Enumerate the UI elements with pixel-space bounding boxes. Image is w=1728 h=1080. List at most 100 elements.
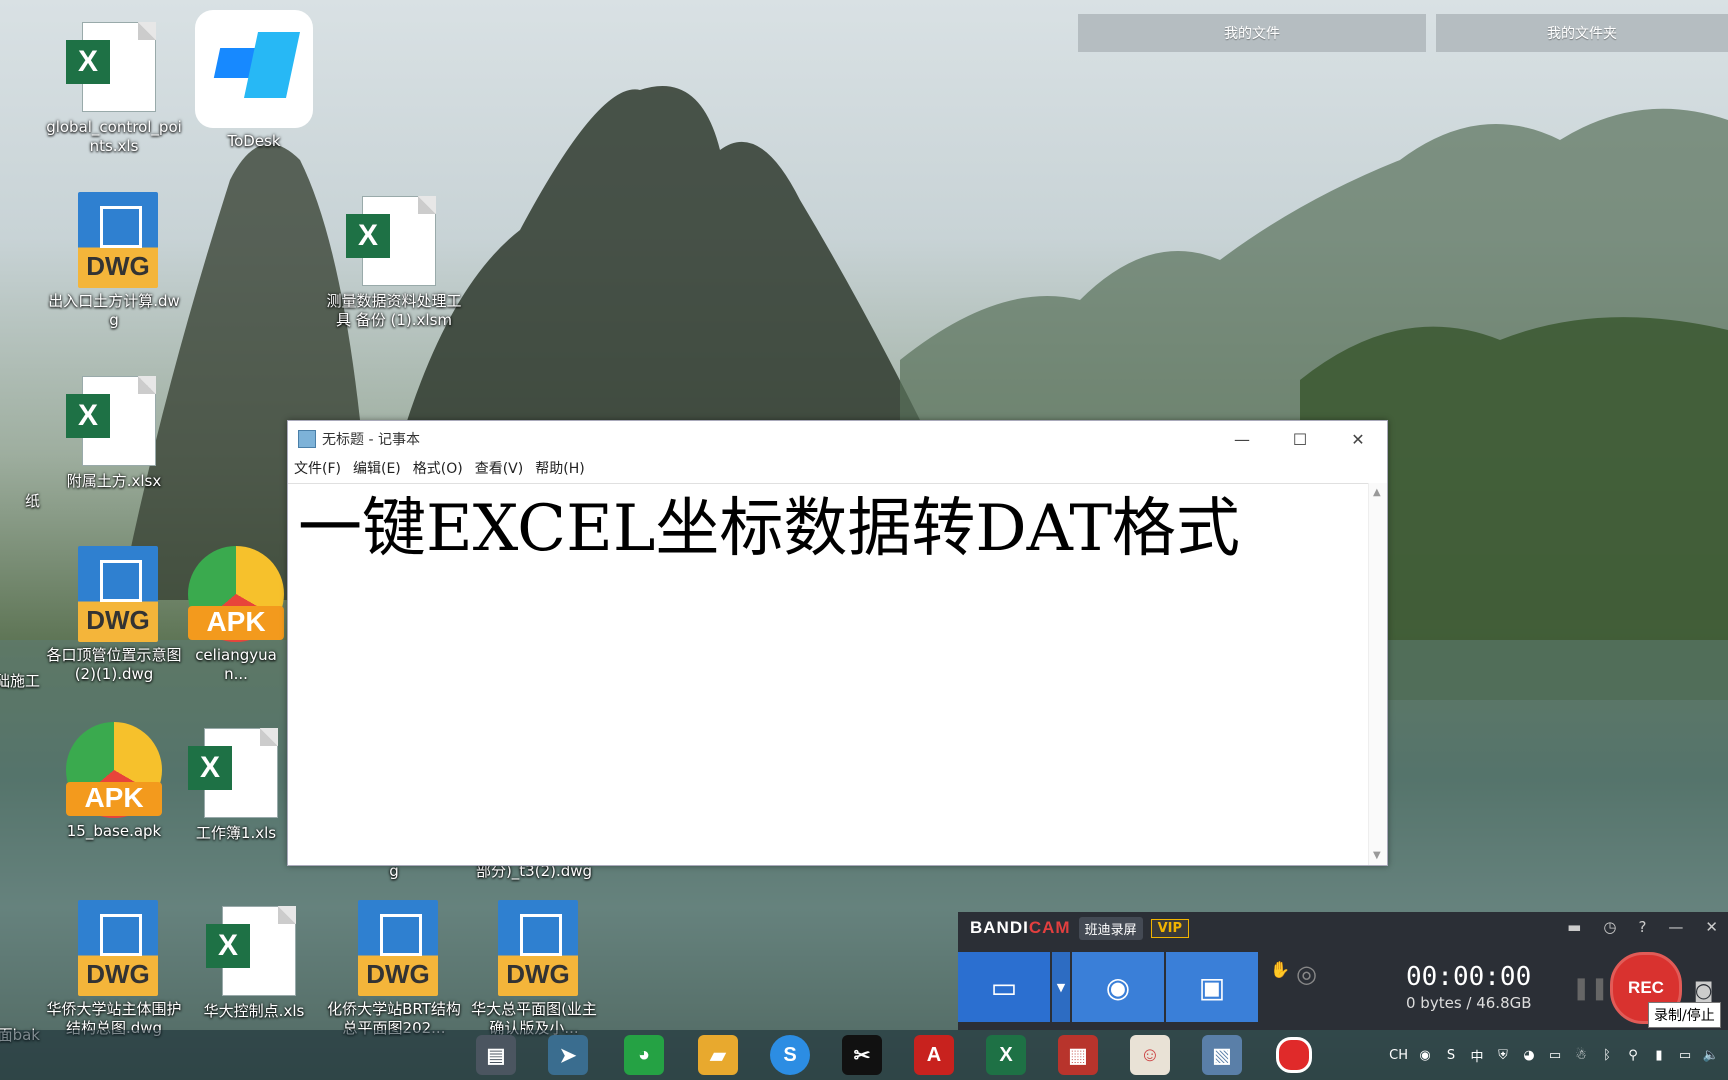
help-icon[interactable]: ? bbox=[1638, 918, 1646, 936]
bandicam-cn-label: 班迪录屏 bbox=[1078, 916, 1143, 940]
desktop-icon-partial-2[interactable]: 础施工 bbox=[0, 668, 40, 691]
vertical-scrollbar[interactable]: ▲ ▼ bbox=[1368, 483, 1387, 865]
menu-view[interactable]: 查看(V) bbox=[475, 457, 532, 481]
notepad-window[interactable]: 无标题 - 记事本 — ☐ ✕ 文件(F) 编辑(E) 格式(O) 查看(V) … bbox=[287, 420, 1388, 866]
taskbar-app-bandicam[interactable] bbox=[1274, 1035, 1314, 1075]
tray-volume-icon[interactable]: 🔈 bbox=[1702, 1048, 1720, 1063]
tray-qq-icon[interactable]: ☃ bbox=[1572, 1048, 1590, 1063]
dwg-file-icon: DWG bbox=[66, 546, 162, 642]
dwg-file-icon: DWG bbox=[346, 900, 442, 996]
cursor-effect-icon[interactable]: ✋ bbox=[1270, 960, 1296, 1020]
monitor-icon: ▭ bbox=[990, 970, 1018, 1004]
scroll-down-icon[interactable]: ▼ bbox=[1373, 850, 1381, 861]
notepad-app-icon bbox=[298, 430, 316, 448]
tray-shield-icon[interactable]: ⛨ bbox=[1494, 1048, 1512, 1063]
desktop-icon-global-control-points[interactable]: X global_control_points.xls bbox=[44, 18, 184, 156]
record-dot-icon bbox=[1276, 1037, 1312, 1073]
maximize-button[interactable]: ☐ bbox=[1271, 421, 1329, 457]
vip-badge[interactable]: VIP bbox=[1150, 918, 1190, 938]
avatar-icon: ☺ bbox=[1139, 1043, 1161, 1066]
excel-file-icon: X bbox=[206, 902, 302, 998]
desktop-icon-todesk[interactable]: ToDesk bbox=[184, 10, 324, 151]
bandicam-logo: BANDICAM bbox=[970, 918, 1071, 937]
desktop-icon-ancillary-earthwork[interactable]: X 附属土方.xlsx bbox=[44, 372, 184, 491]
tray-search-icon[interactable]: ⚲ bbox=[1624, 1048, 1642, 1063]
desktop-icon-exit-earthwork[interactable]: DWG 出入口土方计算.dwg bbox=[44, 192, 184, 330]
close-icon[interactable]: ✕ bbox=[1705, 918, 1718, 936]
rec-tooltip: 录制/停止 bbox=[1648, 1002, 1721, 1028]
webcam-icon[interactable]: ◎ bbox=[1296, 960, 1346, 1020]
grid-icon: ▦ bbox=[1068, 1044, 1088, 1067]
taskbar-app-avatar[interactable]: ☺ bbox=[1130, 1035, 1170, 1075]
tray-wechat-icon[interactable]: ◕ bbox=[1520, 1048, 1538, 1063]
icon-label: 纸 bbox=[24, 492, 40, 510]
close-button[interactable]: ✕ bbox=[1329, 421, 1387, 457]
excel-file-icon: X bbox=[346, 192, 442, 288]
desktop-icon-brt-structure-dwg[interactable]: DWG 化侨大学站BRT结构总平面图202... bbox=[324, 900, 464, 1038]
tray-360-icon[interactable]: ◉ bbox=[1416, 1048, 1434, 1063]
top-shortcut-my-files[interactable]: 我的文件 bbox=[1078, 14, 1426, 52]
desktop-icon-base-apk[interactable]: APK 15_base.apk bbox=[44, 722, 184, 841]
bandicam-panel[interactable]: BANDICAM 班迪录屏 VIP ▬ ◷ ? — ✕ ▭ ▼ ◉ ▣ ✋ ◎ … bbox=[958, 912, 1728, 1030]
screen-mode-button[interactable]: ▭ bbox=[958, 952, 1050, 1022]
tray-network-icon[interactable]: ▭ bbox=[1546, 1048, 1564, 1063]
desktop-icon-celiangyuan[interactable]: APK celiangyuan... bbox=[184, 546, 288, 684]
taskbar-app-wechat[interactable]: ◕ bbox=[624, 1035, 664, 1075]
folder-icon[interactable]: ▬ bbox=[1567, 918, 1581, 936]
record-file-size: 0 bytes / 46.8GB bbox=[1406, 994, 1532, 1012]
capcut-icon: ✂ bbox=[853, 1044, 871, 1067]
menu-format[interactable]: 格式(O) bbox=[413, 457, 471, 481]
tray-battery-icon[interactable]: ▮ bbox=[1650, 1048, 1668, 1063]
hdmi-mode-button[interactable]: ▣ bbox=[1166, 952, 1258, 1022]
dwg-file-icon: DWG bbox=[66, 192, 162, 288]
notepad-title: 无标题 - 记事本 bbox=[322, 432, 420, 448]
desktop-icon-partial-1[interactable]: 纸 bbox=[0, 488, 40, 511]
taskbar-app-explorer[interactable]: ▰ bbox=[698, 1035, 738, 1075]
menu-file[interactable]: 文件(F) bbox=[294, 457, 349, 481]
desktop-icon-pipe-jacking-dwg[interactable]: DWG 各口顶管位置示意图(2)(1).dwg bbox=[44, 546, 184, 684]
taskbar-app-cursor[interactable]: ➤ bbox=[548, 1035, 588, 1075]
desktop-icon-huada-site-plan[interactable]: DWG 华大总平面图(业主确认版及小... bbox=[464, 900, 604, 1038]
cursor-icon: ➤ bbox=[559, 1044, 577, 1067]
pause-icon[interactable]: ❚❚ bbox=[1572, 976, 1609, 1001]
desktop-icon-workbook1[interactable]: X 工作簿1.xls bbox=[184, 724, 288, 843]
taskbar-app-excel[interactable]: X bbox=[986, 1035, 1026, 1075]
desktop-icon-station-enclosure-dwg[interactable]: DWG 华侨大学站主体围护结构总图.dwg bbox=[44, 900, 184, 1038]
desktop-icon-survey-tool[interactable]: X 测量数据资料处理工具 备份 (1).xlsm bbox=[324, 192, 464, 330]
scroll-up-icon[interactable]: ▲ bbox=[1373, 487, 1381, 498]
tray-bluetooth-icon[interactable]: ᛒ bbox=[1598, 1048, 1616, 1063]
notepad-text-area[interactable]: 一键EXCEL坐标数据转DAT格式 bbox=[288, 483, 1369, 865]
top-shortcut-my-folder[interactable]: 我的文件夹 bbox=[1436, 14, 1728, 52]
autocad-icon: A bbox=[926, 1043, 942, 1066]
minimize-button[interactable]: — bbox=[1213, 421, 1271, 457]
taskbar-app-capcut[interactable]: ✂ bbox=[842, 1035, 882, 1075]
excel-file-icon: X bbox=[66, 18, 162, 114]
record-timer: 00:00:00 bbox=[1406, 962, 1532, 992]
taskbar-app-notepad[interactable]: ▧ bbox=[1202, 1035, 1242, 1075]
icon-label: ToDesk bbox=[227, 132, 281, 150]
menu-edit[interactable]: 编辑(E) bbox=[353, 457, 409, 481]
language-indicator[interactable]: CH bbox=[1389, 1048, 1408, 1063]
icon-label: celiangyuan... bbox=[195, 646, 277, 683]
tray-ime-indicator[interactable]: 中 bbox=[1468, 1046, 1486, 1065]
clock-icon[interactable]: ◷ bbox=[1603, 918, 1616, 936]
taskbar-app-doc[interactable]: ▤ bbox=[476, 1035, 516, 1075]
taskbar-app-sogou[interactable]: S bbox=[770, 1035, 810, 1075]
excel-icon: X bbox=[999, 1043, 1013, 1066]
menu-help[interactable]: 帮助(H) bbox=[535, 457, 592, 481]
tray-sogou-icon[interactable]: S bbox=[1442, 1048, 1460, 1063]
taskbar-app-record-tool[interactable]: ▦ bbox=[1058, 1035, 1098, 1075]
minimize-icon[interactable]: — bbox=[1668, 918, 1683, 936]
screenshot-camera-icon[interactable]: ◙ bbox=[1694, 978, 1713, 1002]
desktop-icon-huada-control-points[interactable]: X 华大控制点.xls bbox=[184, 902, 324, 1021]
notepad-icon: ▧ bbox=[1212, 1044, 1232, 1067]
document-icon: ▤ bbox=[486, 1044, 506, 1067]
screen-mode-dropdown[interactable]: ▼ bbox=[1052, 952, 1070, 1022]
todesk-icon bbox=[195, 10, 313, 128]
hdmi-icon: ▣ bbox=[1198, 970, 1226, 1004]
taskbar-app-autocad[interactable]: A bbox=[914, 1035, 954, 1075]
icon-label: 出入口土方计算.dwg bbox=[48, 292, 180, 329]
icon-label: 各口顶管位置示意图(2)(1).dwg bbox=[46, 646, 182, 683]
game-mode-button[interactable]: ◉ bbox=[1072, 952, 1164, 1022]
tray-display-icon[interactable]: ▭ bbox=[1676, 1048, 1694, 1063]
